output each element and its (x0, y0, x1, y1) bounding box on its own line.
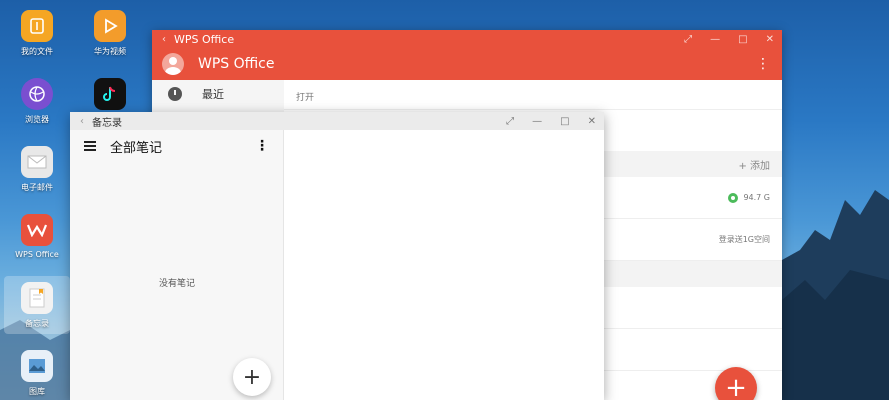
folder-icon (21, 10, 53, 42)
close-icon[interactable]: ✕ (766, 34, 774, 45)
empty-state-text: 没有笔记 (158, 279, 195, 289)
desktop-icon-label: 我的文件 (21, 47, 53, 56)
wps-app-header: WPS Office ⋮ (152, 48, 782, 80)
avatar[interactable] (162, 53, 184, 75)
menu-icon[interactable] (84, 141, 96, 151)
back-icon[interactable]: ‹ (162, 34, 166, 45)
gallery-icon (21, 350, 53, 382)
wps-icon (21, 214, 53, 246)
mail-icon (21, 146, 53, 178)
window-title: 备忘录 (92, 117, 122, 129)
memo-title-bar[interactable]: ‹ 备忘录 ⤢ — □ ✕ (70, 112, 604, 130)
desktop-icon-label: 华为视频 (94, 47, 126, 56)
sidebar-item-recent[interactable]: 最近 (152, 80, 284, 108)
maximize-icon[interactable]: □ (738, 34, 747, 45)
minimize-icon[interactable]: — (532, 116, 542, 127)
desktop-icon-label: 备忘录 (25, 319, 49, 328)
login-hint: 登录送1G空间 (718, 235, 770, 244)
desktop-icon-browser[interactable]: 浏览器 (7, 78, 67, 125)
minimize-icon[interactable]: — (710, 34, 720, 45)
desktop-icon-label: 电子邮件 (21, 183, 53, 192)
login-promo-row[interactable]: 登录送1G空间 (604, 219, 782, 261)
tiktok-icon (94, 78, 126, 110)
desktop-icon-wps[interactable]: WPS Office (7, 214, 67, 259)
window-title: WPS Office (174, 32, 235, 46)
storage-value: 94.7 G (743, 193, 770, 202)
list-item[interactable] (604, 287, 782, 329)
browser-icon (21, 78, 53, 110)
fullscreen-icon[interactable]: ⤢ (506, 116, 514, 127)
notes-icon (21, 282, 53, 314)
desktop-icon-label: WPS Office (15, 250, 59, 259)
desktop-icon-email[interactable]: 电子邮件 (7, 146, 67, 193)
desktop-icon-notes[interactable]: 备忘录 (4, 276, 70, 334)
back-icon[interactable]: ‹ (80, 116, 84, 127)
desktop-icon-tiktok[interactable] (80, 78, 140, 110)
memo-window[interactable]: ‹ 备忘录 ⤢ — □ ✕ 全部笔记 ⋮ 没有笔记 + (70, 112, 604, 400)
add-note-button[interactable]: + (233, 358, 271, 396)
desktop-icon-label: 浏览器 (25, 115, 49, 124)
maximize-icon[interactable]: □ (560, 116, 569, 127)
add-location-button[interactable]: + 添加 (738, 157, 770, 172)
page-title: 全部笔记 (110, 140, 163, 156)
app-title: WPS Office (198, 56, 275, 72)
wps-title-bar[interactable]: ‹ WPS Office ⤢ — □ ✕ (152, 30, 782, 48)
storage-row[interactable]: 94.7 G (604, 177, 782, 219)
desktop-icon-my-files[interactable]: 我的文件 (7, 10, 67, 57)
desktop-icon-huawei-video[interactable]: 华为视频 (80, 10, 140, 57)
clock-icon (168, 87, 182, 101)
close-icon[interactable]: ✕ (588, 116, 596, 127)
fullscreen-icon[interactable]: ⤢ (684, 34, 692, 45)
storage-ring-icon (728, 192, 739, 203)
list-item[interactable] (604, 329, 782, 371)
desktop-icon-label: 图库 (29, 387, 45, 396)
more-icon[interactable]: ⋮ (255, 138, 269, 154)
desktop-icon-gallery[interactable]: 图库 (7, 350, 67, 397)
notes-list-panel: 全部笔记 ⋮ 没有笔记 + (70, 130, 284, 400)
open-section-label: 打开 (284, 80, 782, 110)
sidebar-item-label: 最近 (202, 88, 224, 101)
notes-header: 全部笔记 ⋮ (70, 130, 283, 162)
section-header-row-2 (604, 261, 782, 287)
more-icon[interactable]: ⋮ (756, 56, 770, 72)
play-icon (94, 10, 126, 42)
section-header-row: + 添加 (604, 151, 782, 177)
